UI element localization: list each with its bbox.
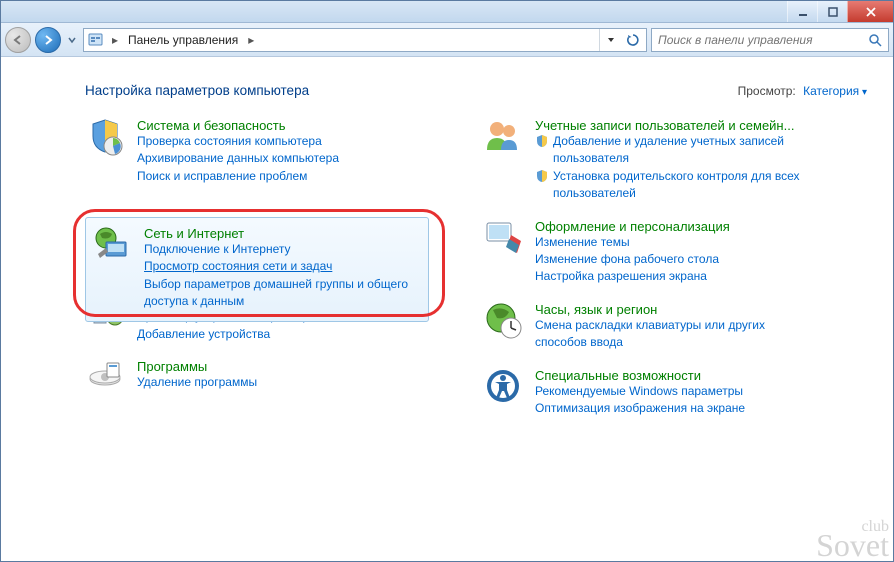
category-link[interactable]: Проверка состояния компьютера (137, 133, 339, 150)
category-title[interactable]: Система и безопасность (137, 118, 286, 133)
content-area: Настройка параметров компьютера Просмотр… (1, 57, 893, 561)
watermark: club Sovet (816, 521, 889, 559)
view-by-label: Просмотр: (738, 84, 796, 98)
clock-region-icon (483, 300, 523, 340)
search-box[interactable] (651, 28, 889, 52)
close-button[interactable] (847, 1, 893, 22)
category-link[interactable]: Смена раскладки клавиатуры или других сп… (535, 317, 795, 352)
category-title[interactable]: Программы (137, 359, 207, 374)
category-link[interactable]: Установка родительского контроля для все… (553, 168, 815, 203)
titlebar (1, 1, 893, 23)
content-header: Настройка параметров компьютера Просмотр… (85, 83, 867, 98)
category-link[interactable]: Изменение фона рабочего стола (535, 251, 730, 268)
breadcrumb-root-arrow[interactable]: ▸ (108, 29, 122, 51)
programs-icon (85, 357, 125, 397)
category-title[interactable]: Специальные возможности (535, 368, 701, 383)
shield-icon (535, 169, 549, 186)
category-link[interactable]: Настройка разрешения экрана (535, 268, 730, 285)
recent-pages-dropdown[interactable] (65, 27, 79, 53)
network-internet-icon (92, 224, 132, 264)
page-title: Настройка параметров компьютера (85, 83, 309, 98)
ease-of-access-icon (483, 366, 523, 406)
category-link[interactable]: Добавление и удаление учетных записей по… (553, 133, 815, 168)
category-link[interactable]: Архивирование данных компьютера (137, 150, 339, 167)
search-input[interactable] (656, 32, 866, 48)
breadcrumb-item[interactable]: Панель управления (122, 29, 244, 51)
maximize-button[interactable] (817, 1, 847, 22)
right-column: Учетные записи пользователей и семейн...… (483, 116, 867, 431)
category-link[interactable]: Рекомендуемые Windows параметры (535, 383, 745, 400)
category-programs: Программы Удаление программы (85, 357, 469, 397)
refresh-icon[interactable] (622, 29, 644, 51)
forward-button[interactable] (35, 27, 61, 53)
appearance-icon (483, 217, 523, 257)
category-clock-region: Часы, язык и регион Смена раскладки клав… (483, 300, 867, 352)
control-panel-icon (86, 30, 106, 50)
address-bar[interactable]: ▸ Панель управления ▸ (83, 28, 647, 52)
control-panel-window: ▸ Панель управления ▸ Настройка параметр… (0, 0, 894, 562)
category-title[interactable]: Оформление и персонализация (535, 219, 730, 234)
category-link[interactable]: Добавление устройства (137, 326, 322, 343)
category-ease-of-access: Специальные возможности Рекомендуемые Wi… (483, 366, 867, 418)
category-link[interactable]: Подключение к Интернету (144, 241, 414, 258)
category-link[interactable]: Удаление программы (137, 374, 257, 391)
category-link[interactable]: Поиск и исправление проблем (137, 168, 339, 185)
category-title[interactable]: Часы, язык и регион (535, 302, 657, 317)
view-by: Просмотр: Категория (738, 84, 867, 98)
address-dropdown-icon[interactable] (600, 29, 622, 51)
category-network-internet-hover[interactable]: Сеть и Интернет Подключение к Интернету … (85, 217, 429, 322)
view-by-dropdown[interactable]: Категория (803, 84, 867, 98)
nav-row: ▸ Панель управления ▸ (1, 23, 893, 57)
breadcrumb-arrow[interactable]: ▸ (244, 29, 258, 51)
shield-icon (535, 134, 549, 151)
category-link[interactable]: Изменение темы (535, 234, 730, 251)
user-accounts-icon (483, 116, 523, 156)
category-appearance: Оформление и персонализация Изменение те… (483, 217, 867, 286)
category-user-accounts: Учетные записи пользователей и семейн...… (483, 116, 867, 203)
search-icon[interactable] (866, 33, 884, 47)
category-title[interactable]: Учетные записи пользователей и семейн... (535, 118, 794, 133)
back-button[interactable] (5, 27, 31, 53)
category-link[interactable]: Оптимизация изображения на экране (535, 400, 745, 417)
minimize-button[interactable] (787, 1, 817, 22)
category-system-security: Система и безопасность Проверка состояни… (85, 116, 469, 185)
system-security-icon (85, 116, 125, 156)
category-title[interactable]: Сеть и Интернет (144, 226, 244, 241)
category-link-hovered[interactable]: Просмотр состояния сети и задач (144, 258, 414, 275)
category-link[interactable]: Выбор параметров домашней группы и общег… (144, 276, 414, 311)
